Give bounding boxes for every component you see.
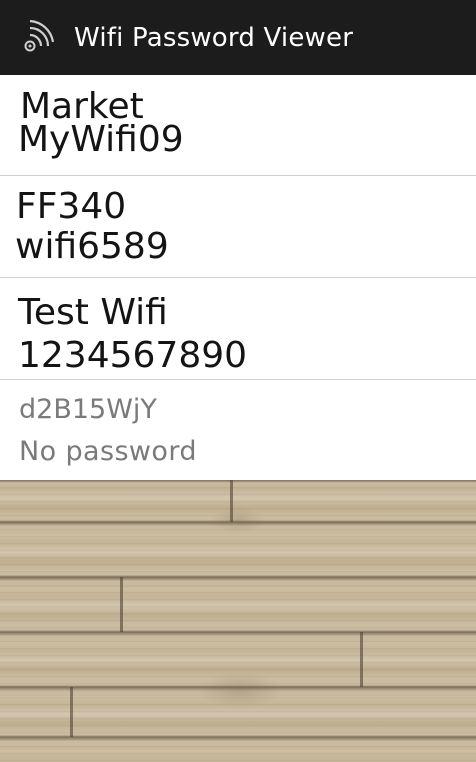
board-seam [230,480,233,522]
network-password: 1234567890 [18,335,248,376]
network-ssid: d2B15WjY [19,394,157,425]
board-seam [120,577,123,632]
app-title: Wifi Password Viewer [74,23,354,53]
board-seam [70,687,73,737]
network-password: wifi6589 [15,226,169,267]
network-ssid: FF340 [16,186,127,227]
network-password: MyWifi09 [18,119,184,160]
network-item-d2b15wjy[interactable]: d2B15WjY No password [0,380,476,480]
network-item-test-wifi[interactable]: Test Wifi 1234567890 [0,278,476,380]
network-ssid: Test Wifi [18,292,168,333]
action-bar: Wifi Password Viewer [0,0,476,75]
wifi-icon [24,19,54,52]
network-password: No password [19,436,197,467]
network-item-ff340[interactable]: FF340 wifi6589 [0,176,476,278]
board-seam [360,632,363,687]
network-item-market[interactable]: Market MyWifi09 [0,75,476,176]
network-list: Market MyWifi09 FF340 wifi6589 Test Wifi… [0,75,476,480]
